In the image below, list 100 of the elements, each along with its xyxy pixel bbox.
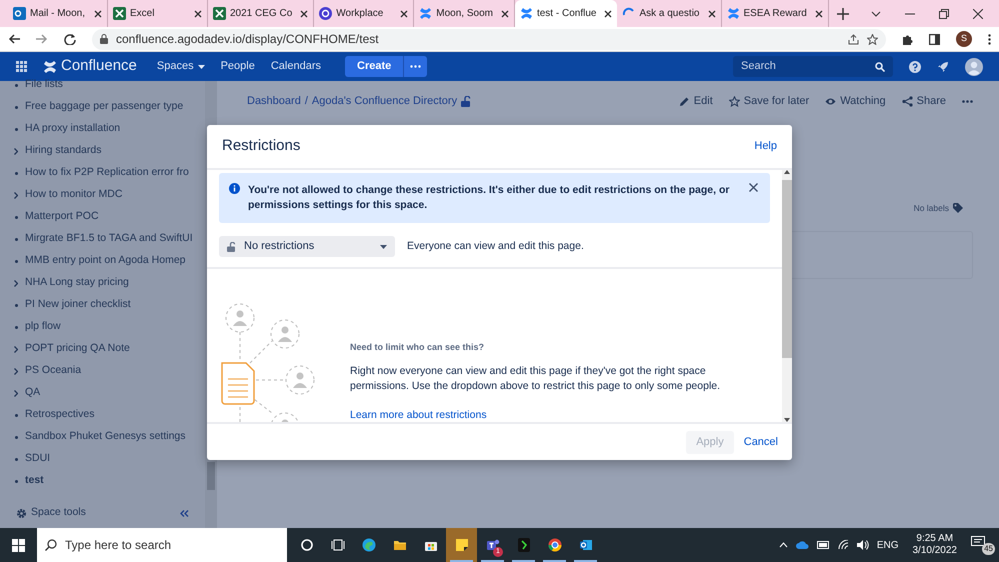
star-icon[interactable] xyxy=(867,34,878,44)
bullet-icon xyxy=(14,216,18,218)
page-tree-item[interactable]: MMB entry point on Agoda Homep xyxy=(0,250,205,272)
page-tree-item[interactable]: PI New joiner checklist xyxy=(0,294,205,316)
speaker-icon[interactable] xyxy=(856,540,869,550)
language-indicator[interactable]: ENG xyxy=(876,538,898,552)
page-tree-item[interactable]: Matterport POC xyxy=(0,206,205,228)
search-icon xyxy=(45,539,57,551)
restore-icon[interactable] xyxy=(939,8,949,18)
chat-app-icon xyxy=(486,538,500,552)
close-icon[interactable] xyxy=(500,10,509,18)
user-avatar-icon[interactable] xyxy=(965,58,983,76)
confluence-logo-icon xyxy=(43,60,57,74)
help-link[interactable]: Help xyxy=(754,138,777,155)
close-icon[interactable] xyxy=(814,10,823,18)
help-icon[interactable] xyxy=(909,60,921,72)
page-tree-item[interactable]: HA proxy installation xyxy=(0,118,205,140)
chevron-down-icon[interactable] xyxy=(871,10,881,16)
page-tree-item[interactable]: POPT pricing QA Note xyxy=(0,338,205,360)
page-action-link[interactable]: Share xyxy=(902,93,946,110)
close-icon[interactable] xyxy=(708,10,716,18)
cloud-icon[interactable] xyxy=(796,541,809,549)
notice-text: You're not allowed to change these restrictions. It's either due to edit restrictions on the page, or permissions settings for this space. xyxy=(248,183,730,213)
bullet-icon xyxy=(14,172,18,174)
page-tree-item[interactable]: Retrospectives xyxy=(0,404,205,426)
page-tree-item[interactable]: Free baggage per passenger type xyxy=(0,96,205,118)
dialog-title: Restrictions xyxy=(222,136,300,156)
chevron-up-icon[interactable] xyxy=(778,542,788,548)
close-icon[interactable] xyxy=(194,10,202,18)
page-action-link[interactable]: Save for later xyxy=(728,93,810,110)
new-tab-icon[interactable] xyxy=(836,8,849,20)
close-icon[interactable] xyxy=(604,10,612,18)
scrollbar[interactable] xyxy=(782,170,792,422)
search-field[interactable]: Search xyxy=(733,56,893,77)
rocket-icon[interactable] xyxy=(937,60,949,72)
learn-more-link[interactable]: Learn more about restrictions xyxy=(350,408,487,420)
reload-icon[interactable] xyxy=(64,33,76,45)
clock-text[interactable]: 9:25 AM 3/10/2022 xyxy=(906,533,963,557)
nav-link[interactable]: Spaces xyxy=(156,58,205,75)
page-tree-item[interactable]: SDUI xyxy=(0,448,205,470)
mail-icon xyxy=(578,538,592,552)
page-tree-item[interactable]: PS Oceania xyxy=(0,360,205,382)
side-panel-icon[interactable] xyxy=(929,34,940,44)
breadcrumb-link[interactable]: Dashboard xyxy=(247,93,301,110)
restrictions-dropdown[interactable]: No restrictions xyxy=(219,236,395,257)
space-tools-link[interactable]: Space tools xyxy=(16,505,86,521)
share-icon[interactable] xyxy=(848,34,859,44)
minimize-icon[interactable] xyxy=(905,12,915,14)
page-tree-item[interactable]: Hiring standards xyxy=(0,140,205,162)
url-text: confluence.agodadev.io/display/CONFHOME/test xyxy=(116,31,380,48)
browser-tab[interactable]: test - Conflue xyxy=(514,0,618,27)
close-icon[interactable] xyxy=(973,8,983,18)
bullet-icon xyxy=(14,84,18,86)
lock-icon xyxy=(100,34,108,44)
breadcrumb-link[interactable]: Agoda's Confluence Directory xyxy=(312,93,458,110)
collapse-icon[interactable] xyxy=(180,510,189,516)
page-tree-item[interactable]: How to fix P2P Replication error fro xyxy=(0,162,205,184)
close-icon[interactable] xyxy=(94,10,102,18)
taskbar-search-field[interactable]: Type here to search xyxy=(37,528,287,562)
profile-avatar[interactable]: S xyxy=(956,31,972,47)
extensions-icon[interactable] xyxy=(902,34,913,44)
more-button[interactable] xyxy=(403,56,428,77)
windows-start-icon[interactable] xyxy=(12,538,25,552)
cancel-button[interactable]: Cancel xyxy=(738,432,784,452)
page-tree-item[interactable]: plp flow xyxy=(0,316,205,338)
forward-arrow-icon[interactable] xyxy=(36,34,48,44)
page-action-link[interactable]: Edit xyxy=(678,93,713,110)
bullet-icon xyxy=(14,128,18,130)
nav-link[interactable]: Calendars xyxy=(270,58,321,75)
page-tree-item[interactable]: NHA Long stay pricing xyxy=(0,272,205,294)
more-menu-icon[interactable] xyxy=(988,34,991,44)
page-tree-item[interactable]: QA xyxy=(0,382,205,404)
unlocked-padlock-icon[interactable] xyxy=(461,96,472,107)
bullet-icon xyxy=(14,260,18,262)
wifi-icon[interactable] xyxy=(838,540,849,550)
more-icon[interactable] xyxy=(962,100,973,103)
scroll-down-icon[interactable] xyxy=(784,418,790,422)
info-icon xyxy=(229,183,240,194)
close-icon[interactable] xyxy=(749,183,758,192)
page-action-link[interactable]: Watching xyxy=(825,93,886,110)
close-icon[interactable] xyxy=(400,10,408,18)
mail-icon xyxy=(13,7,26,20)
chevron-right-icon xyxy=(14,368,18,374)
page-tree-item[interactable]: How to monitor MDC xyxy=(0,184,205,206)
page-tree-item[interactable]: Sandbox Phuket Genesys settings xyxy=(0,426,205,448)
notification-icon[interactable] xyxy=(971,536,985,548)
battery-icon[interactable] xyxy=(816,541,830,549)
create-button[interactable]: Create xyxy=(345,56,404,77)
close-icon[interactable] xyxy=(300,10,308,18)
notification-count: 45 xyxy=(982,543,995,555)
scroll-up-icon[interactable] xyxy=(784,170,790,174)
browser-icon xyxy=(362,538,376,552)
page-tree-item[interactable]: Mirgrate BF1.5 to TAGA and SwiftUI xyxy=(0,228,205,250)
address-bar[interactable]: confluence.agodadev.io/display/CONFHOME/test xyxy=(92,28,886,50)
page-tree-item[interactable]: test xyxy=(0,470,205,492)
tag-icon[interactable] xyxy=(953,202,963,213)
confluence-logo-icon xyxy=(726,7,740,20)
nav-link[interactable]: People xyxy=(220,58,255,75)
app-grid-icon[interactable] xyxy=(16,61,27,72)
back-arrow-icon[interactable] xyxy=(8,34,20,44)
